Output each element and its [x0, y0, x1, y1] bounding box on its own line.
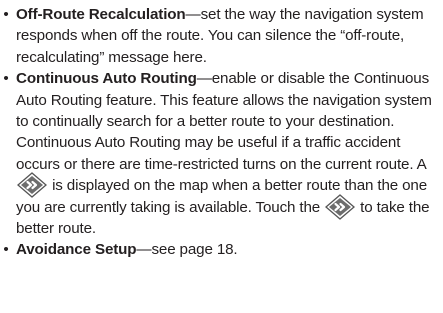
list-item-avoidance-setup: • Avoidance Setup—see page 18.: [0, 239, 443, 260]
bullet: •: [3, 70, 9, 88]
em-dash: —: [196, 70, 212, 88]
term-continuous-auto-routing: Continuous Auto Routing: [16, 70, 197, 88]
bullet: •: [3, 6, 9, 23]
better-route-sign-icon: [17, 172, 47, 199]
term-avoidance-setup: Avoidance Setup: [16, 241, 137, 259]
list-item-continuous-auto-routing: • Continuous Auto Routing—enable or disab…: [0, 68, 443, 239]
better-route-sign-icon: [325, 193, 356, 220]
list-item-off-route-recalculation: • Off-Route Recalculation—set the way the…: [0, 4, 443, 68]
term-off-route-recalculation: Off-Route Recalculation: [16, 6, 186, 23]
description-avoidance-setup: see page 18.: [151, 241, 238, 259]
em-dash: —: [185, 6, 201, 23]
settings-description-list: • Off-Route Recalculation—set the way the…: [0, 4, 443, 261]
bullet: •: [3, 241, 9, 259]
em-dash: —: [136, 241, 152, 259]
